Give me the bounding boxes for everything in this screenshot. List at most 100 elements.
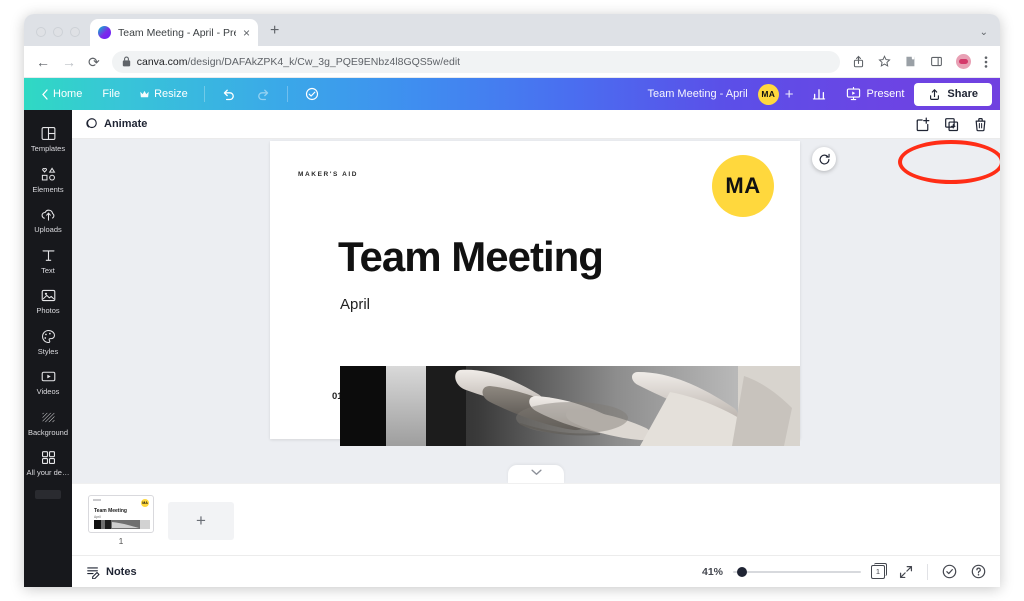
- canvas-area[interactable]: MAKER'S AID Team Meeting April 01. MA: [72, 139, 1000, 483]
- profile-avatar[interactable]: [956, 54, 971, 69]
- share-button[interactable]: Share: [914, 82, 992, 106]
- address-bar[interactable]: canva.com/design/DAFAkZPK4_k/Cw_3g_PQE9E…: [111, 50, 840, 73]
- analytics-button[interactable]: [802, 83, 836, 105]
- present-button[interactable]: Present: [836, 83, 915, 105]
- tabstrip-menu-icon[interactable]: ⌄: [980, 27, 1000, 46]
- chrome-menu-icon[interactable]: [984, 55, 988, 69]
- all-designs-icon: [41, 451, 55, 465]
- crown-icon: [140, 90, 149, 97]
- page-thumbnail[interactable]: MA Team Meeting April: [88, 495, 154, 533]
- notes-label: Notes: [106, 565, 137, 578]
- duplicate-page-icon[interactable]: [944, 117, 959, 132]
- slide-photo[interactable]: [340, 366, 800, 446]
- window-minimize-button[interactable]: [53, 27, 63, 37]
- status-bar: Notes 41% 1: [72, 555, 1000, 587]
- sidebar-item-photos[interactable]: Photos: [24, 280, 72, 321]
- left-sidebar: Templates Elements Uploads Text Photos S…: [24, 110, 72, 587]
- status-divider: [927, 563, 928, 580]
- help-circle-icon[interactable]: [971, 564, 986, 579]
- rotate-handle-button[interactable]: [812, 147, 836, 171]
- reload-button[interactable]: ⟳: [88, 55, 100, 69]
- slide-subtitle-text[interactable]: April: [340, 296, 370, 313]
- saved-status-button[interactable]: [294, 83, 330, 105]
- window-controls[interactable]: [34, 27, 90, 46]
- slide-canvas[interactable]: MAKER'S AID Team Meeting April 01. MA: [270, 141, 800, 446]
- undo-button[interactable]: [211, 84, 246, 105]
- fullscreen-icon[interactable]: [899, 565, 913, 579]
- sidebar-item-styles[interactable]: Styles: [24, 321, 72, 362]
- elements-icon: [41, 166, 55, 181]
- sidebar-item-uploads[interactable]: Uploads: [24, 199, 72, 240]
- collaborator-avatar[interactable]: MA: [757, 83, 779, 105]
- tab-close-icon[interactable]: ×: [243, 27, 250, 39]
- slide-logo-badge[interactable]: MA: [712, 155, 774, 217]
- thumb-title: Team Meeting: [94, 508, 127, 514]
- thumb-brand-line: [93, 499, 101, 501]
- browser-tab[interactable]: Team Meeting - April - Present ×: [90, 19, 258, 46]
- document-title[interactable]: Team Meeting - April: [647, 88, 747, 100]
- sidebar-label-styles: Styles: [37, 346, 59, 356]
- undo-icon: [223, 89, 234, 100]
- browser-toolbar: ← → ⟳ canva.com/design/DAFAkZPK4_k/Cw_3g…: [24, 46, 1000, 78]
- screenshot-root: Team Meeting - April - Present × + ⌄ ← →…: [0, 0, 1024, 601]
- sidepanel-icon[interactable]: [930, 55, 943, 68]
- home-button[interactable]: Home: [32, 84, 92, 104]
- scroll-down-button[interactable]: [508, 465, 564, 483]
- file-menu-button[interactable]: File: [92, 84, 130, 104]
- zoom-slider[interactable]: [733, 566, 861, 578]
- animate-button[interactable]: Animate: [84, 117, 147, 131]
- slide-brand-text[interactable]: MAKER'S AID: [298, 171, 358, 178]
- sidebar-label-uploads: Uploads: [34, 225, 62, 234]
- browser-tabstrip: Team Meeting - April - Present × + ⌄: [24, 14, 1000, 46]
- window-maximize-button[interactable]: [70, 27, 80, 37]
- redo-button[interactable]: [246, 84, 281, 105]
- home-label: Home: [53, 88, 83, 100]
- sidebar-item-partial[interactable]: [35, 489, 61, 499]
- text-icon: [42, 249, 54, 261]
- animate-icon: [86, 118, 97, 129]
- back-button[interactable]: ←: [36, 55, 50, 69]
- file-label: File: [102, 88, 121, 100]
- add-page-button[interactable]: +: [168, 501, 234, 540]
- sidebar-item-text[interactable]: Text: [24, 240, 72, 281]
- bookmark-star-icon[interactable]: [878, 55, 891, 68]
- uploads-icon: [41, 209, 54, 221]
- rotate-icon: [819, 153, 830, 164]
- share-icon[interactable]: [852, 55, 865, 68]
- header-divider: [203, 86, 205, 102]
- back-chevron-icon: [42, 88, 48, 100]
- sidebar-item-templates[interactable]: Templates: [24, 118, 72, 159]
- zoom-slider-track: [733, 570, 861, 573]
- tab-title: Team Meeting - April - Present: [118, 26, 236, 39]
- status-bar-icons: 1: [871, 562, 986, 580]
- add-collaborator-button[interactable]: +: [779, 86, 802, 103]
- new-tab-button[interactable]: +: [270, 22, 279, 46]
- canva-app: Home File Resize Team Meeting - April MA…: [24, 78, 1000, 587]
- window-close-button[interactable]: [36, 27, 46, 37]
- background-icon: [42, 412, 54, 422]
- sidebar-item-all-designs[interactable]: All your de…: [24, 442, 72, 483]
- notes-button[interactable]: Notes: [86, 565, 137, 579]
- videos-icon: [41, 371, 55, 382]
- resize-button[interactable]: Resize: [130, 84, 198, 104]
- sidebar-item-videos[interactable]: Videos: [24, 361, 72, 402]
- header-divider-2: [286, 86, 288, 102]
- present-label: Present: [866, 88, 905, 100]
- browser-window: Team Meeting - April - Present × + ⌄ ← →…: [24, 14, 1000, 587]
- slide-title-text[interactable]: Team Meeting: [338, 233, 604, 281]
- sidebar-item-elements[interactable]: Elements: [24, 159, 72, 200]
- extensions-icon[interactable]: [904, 55, 917, 68]
- forward-button[interactable]: →: [62, 55, 76, 69]
- editor-column: Animate MAKER'S AID Team Meeting April 0…: [72, 110, 1000, 587]
- trash-icon[interactable]: [973, 117, 988, 132]
- add-page-icon[interactable]: [915, 117, 930, 132]
- sidebar-item-background[interactable]: Background: [24, 402, 72, 443]
- page-count-button[interactable]: 1: [871, 562, 887, 579]
- zoom-slider-knob[interactable]: [737, 566, 747, 577]
- share-upload-icon: [930, 88, 940, 100]
- redo-icon: [257, 89, 268, 100]
- sidebar-label-photos: Photos: [36, 306, 60, 315]
- zoom-level-label: 41%: [701, 565, 723, 578]
- cloud-saved-icon: [305, 87, 318, 101]
- check-circle-icon[interactable]: [942, 564, 957, 579]
